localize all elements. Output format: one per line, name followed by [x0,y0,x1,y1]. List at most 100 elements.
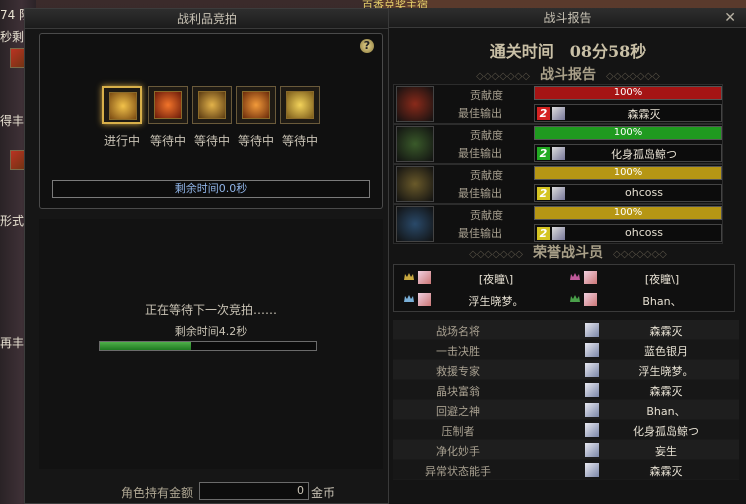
award-title: 一击决胜 [436,345,480,358]
award-winner: Bhan、 [646,405,686,418]
green-demon-mask-icon [396,126,434,162]
contribution-bar: 100% [534,126,722,140]
slot-status: 等待中 [281,134,318,148]
award-title: 救援专家 [436,365,480,378]
best-output-label: 最佳输出 [458,227,502,240]
avatar [552,147,565,160]
auction-title: 战利品竞拍 [25,9,389,29]
auction-slots-panel: ? 进行中 等待中 等待中 等待中 等待中 剩余时间0.0秒 [39,33,383,209]
contribution-label: 贡献度 [470,169,503,182]
contribution-row: 贡献度 最佳输出 100% 2 化身孤岛鲸つ [393,124,723,164]
avatar [584,293,597,306]
best-output-label: 最佳输出 [458,147,502,160]
gold-unit: 金币 [311,486,336,500]
best-output-name: 森霖灭 [627,108,661,121]
crown-icon [570,295,580,302]
contribution-label: 贡献度 [470,129,503,142]
honor-member: Bhan、 [564,291,724,311]
side-text: 再丰 [0,336,25,350]
remaining-time: 剩余时间4.2秒 [174,325,248,338]
contribution-row: 贡献度最佳输出 100% 2 森霖灭 [393,84,723,124]
gold-label: 角色持有金额 [121,486,194,500]
crown-icon [404,273,414,280]
auction-timer: 剩余时间0.0秒 [52,180,370,198]
section-honor-label: 荣誉战斗员 [533,245,603,261]
award-title: 晶块富翁 [436,385,480,398]
title-award-row: 压制者 化身孤岛鲸つ [393,420,739,440]
avatar [552,187,565,200]
honor-member-name: [夜瞳\] [478,273,514,286]
gold-amount-field: 0 [199,482,309,500]
avatar [585,443,599,457]
contribution-bar: 100% [534,86,722,100]
avatar [585,323,599,337]
loot-slot-3[interactable] [192,86,232,124]
loot-auction-window: 战利品竞拍 ? 进行中 等待中 等待中 等待中 等待中 剩余时间0.0秒 正在等… [24,8,390,504]
best-output-label: 最佳输出 [458,107,502,120]
contribution-label: 贡献度 [470,89,503,102]
help-icon[interactable]: ? [360,39,374,53]
wait-progress-fill [100,342,191,350]
award-title: 净化妙手 [436,445,480,458]
avatar [585,363,599,377]
title-award-row: 救援专家 浮生晓梦。 [393,360,739,380]
award-winner: 妄生 [655,445,677,458]
honor-member: 浮生晓梦。 [398,291,558,311]
award-title: 战场名将 [436,325,480,338]
award-winner: 浮生晓梦。 [638,365,694,378]
section-report-label: 战斗报告 [540,67,596,83]
best-output-cell: 2 ohcoss [534,224,722,242]
award-winner: 森霖灭 [649,385,683,398]
contribution-bar: 100% [534,166,722,180]
crown-icon [404,295,414,302]
treasure-chest-icon [109,92,137,120]
award-winner: 蓝色银月 [644,345,688,358]
avatar [585,463,599,477]
title-award-row: 净化妙手 妄生 [393,440,739,460]
loot-slot-2[interactable] [148,86,188,124]
contribution-row: 贡献度最佳输出 100% 2 ohcoss [393,164,723,204]
side-text: 秒剩 [0,30,25,44]
gold-row: 角色持有金额 0 金币 [25,481,391,501]
award-title: 异常状态能手 [425,465,491,478]
loot-slot-4[interactable] [236,86,276,124]
auction-waiting-panel: 正在等待下一次竞拍…… 剩余时间4.2秒 [39,219,383,469]
honor-member-name: 浮生晓梦。 [468,295,524,308]
orange-orb-icon [242,91,270,119]
side-text: 形式 [0,214,25,228]
gold-scroll-icon [198,91,226,119]
title-award-row: 回避之神 Bhan、 [393,400,739,420]
best-output-cell: 2 ohcoss [534,184,722,202]
battle-report-window: 战斗报告 ✕ 通关时间 08分58秒 ◇◇◇◇◇◇◇ 战斗报告 ◇◇◇◇◇◇◇ … [388,8,746,504]
honor-members-box: [夜瞳\] [夜瞳\] 浮生晓梦。 Bhan、 [393,264,735,312]
clear-time: 通关时间 08分58秒 [489,42,647,61]
close-icon[interactable]: ✕ [724,10,736,26]
red-demon-mask-icon [396,86,434,122]
golden-armor-icon [286,91,314,119]
best-output-name: ohcoss [625,186,663,199]
avatar [552,227,565,240]
avatar [585,423,599,437]
loot-slot-5[interactable] [280,86,320,124]
award-title: 回避之神 [436,405,480,418]
award-title: 压制者 [441,425,475,438]
loot-slot-1[interactable] [102,86,142,124]
avatar [418,271,431,284]
title-awards-list: 战场名将 森霖灭 一击决胜 蓝色银月 救援专家 浮生晓梦。 晶块富翁 森霖灭 回避之神 Bhan、… [393,320,739,480]
gold-demon-mask-icon [396,166,434,202]
wait-progress-bar [99,341,317,351]
award-winner: 化身孤岛鲸つ [633,425,699,438]
best-output-cell: 2 森霖灭 [534,104,722,122]
rank-badge: 2 [537,227,550,240]
section-report-heading: ◇◇◇◇◇◇◇ 战斗报告 ◇◇◇◇◇◇◇ [476,67,660,83]
award-winner: 森霖灭 [649,465,683,478]
honor-member-name: [夜瞳\] [644,273,680,286]
award-winner: 森霖灭 [649,325,683,338]
honor-member-name: Bhan、 [642,295,682,308]
best-output-label: 最佳输出 [458,187,502,200]
honor-member: [夜瞳\] [564,269,724,289]
avatar [585,403,599,417]
avatar [552,107,565,120]
contribution-row: 贡献度 最佳输出 100% 2 ohcoss [393,204,723,244]
avatar [584,271,597,284]
